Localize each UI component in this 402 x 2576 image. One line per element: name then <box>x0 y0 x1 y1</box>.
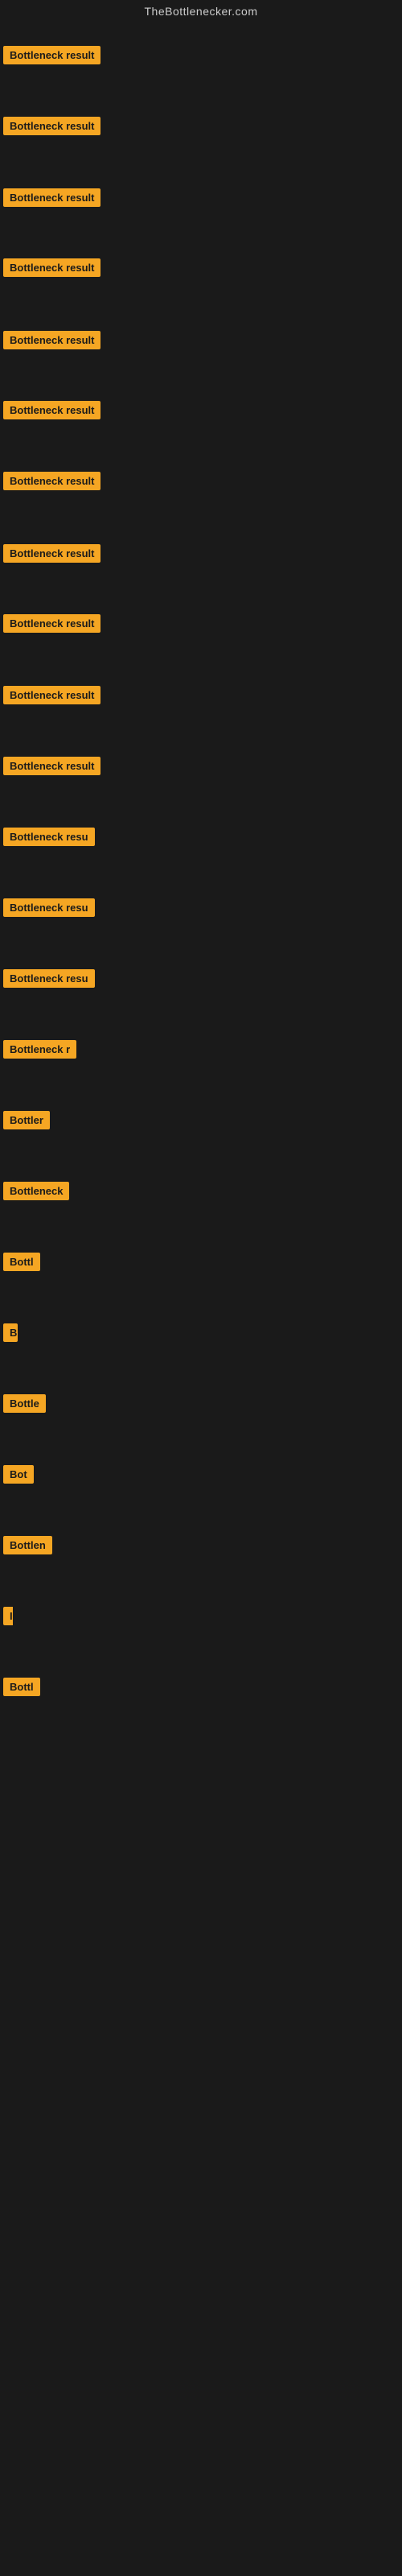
bottleneck-badge-label-6: Bottleneck result <box>3 401 100 419</box>
bottleneck-badge-24: Bottl <box>3 1678 40 1700</box>
bottleneck-badge-label-11: Bottleneck result <box>3 757 100 775</box>
badges-container: Bottleneck result Bottleneck result Bottle… <box>0 0 402 2576</box>
bottleneck-badge-label-7: Bottleneck result <box>3 472 100 490</box>
bottleneck-badge-label-20: Bottle <box>3 1394 46 1413</box>
bottleneck-badge-label-16: Bottler <box>3 1111 50 1129</box>
bottleneck-badge-20: Bottle <box>3 1394 46 1417</box>
bottleneck-badge-8: Bottleneck result <box>3 544 100 567</box>
bottleneck-badge-16: Bottler <box>3 1111 50 1133</box>
bottleneck-badge-label-23: I <box>3 1607 13 1625</box>
bottleneck-badge-label-3: Bottleneck result <box>3 188 100 207</box>
bottleneck-badge-label-22: Bottlen <box>3 1536 52 1554</box>
bottleneck-badge-23: I <box>3 1607 13 1629</box>
bottleneck-badge-11: Bottleneck result <box>3 757 100 779</box>
bottleneck-badge-label-5: Bottleneck result <box>3 331 100 349</box>
bottleneck-badge-label-24: Bottl <box>3 1678 40 1696</box>
bottleneck-badge-9: Bottleneck result <box>3 614 100 637</box>
bottleneck-badge-label-4: Bottleneck result <box>3 258 100 277</box>
bottleneck-badge-19: B <box>3 1323 18 1346</box>
bottleneck-badge-12: Bottleneck resu <box>3 828 95 850</box>
bottleneck-badge-label-15: Bottleneck r <box>3 1040 76 1059</box>
bottleneck-badge-label-13: Bottleneck resu <box>3 898 95 917</box>
bottleneck-badge-label-19: B <box>3 1323 18 1342</box>
bottleneck-badge-4: Bottleneck result <box>3 258 100 281</box>
bottleneck-badge-10: Bottleneck result <box>3 686 100 708</box>
bottleneck-badge-label-2: Bottleneck result <box>3 117 100 135</box>
bottleneck-badge-6: Bottleneck result <box>3 401 100 423</box>
bottleneck-badge-17: Bottleneck <box>3 1182 69 1204</box>
bottleneck-badge-13: Bottleneck resu <box>3 898 95 921</box>
bottleneck-badge-label-18: Bottl <box>3 1253 40 1271</box>
bottleneck-badge-label-14: Bottleneck resu <box>3 969 95 988</box>
bottleneck-badge-label-9: Bottleneck result <box>3 614 100 633</box>
bottleneck-badge-7: Bottleneck result <box>3 472 100 494</box>
bottleneck-badge-label-17: Bottleneck <box>3 1182 69 1200</box>
bottleneck-badge-label-12: Bottleneck resu <box>3 828 95 846</box>
bottleneck-badge-1: Bottleneck result <box>3 46 100 68</box>
bottleneck-badge-label-8: Bottleneck result <box>3 544 100 563</box>
bottleneck-badge-label-10: Bottleneck result <box>3 686 100 704</box>
bottleneck-badge-label-1: Bottleneck result <box>3 46 100 64</box>
bottleneck-badge-5: Bottleneck result <box>3 331 100 353</box>
bottleneck-badge-2: Bottleneck result <box>3 117 100 139</box>
bottleneck-badge-3: Bottleneck result <box>3 188 100 211</box>
bottleneck-badge-label-21: Bot <box>3 1465 34 1484</box>
bottleneck-badge-14: Bottleneck resu <box>3 969 95 992</box>
bottleneck-badge-21: Bot <box>3 1465 34 1488</box>
bottleneck-badge-18: Bottl <box>3 1253 40 1275</box>
bottleneck-badge-22: Bottlen <box>3 1536 52 1558</box>
bottleneck-badge-15: Bottleneck r <box>3 1040 76 1063</box>
